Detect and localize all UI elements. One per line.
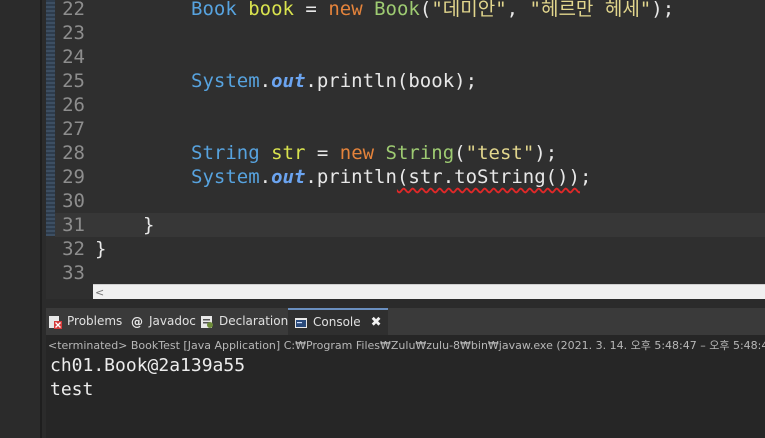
constructor-token: Book xyxy=(374,0,420,20)
at-sign-icon: @ xyxy=(131,314,143,329)
line-number: 22 xyxy=(62,0,85,20)
line-number: 33 xyxy=(62,262,85,284)
paren-token: ( xyxy=(454,142,466,164)
horizontal-scrollbar[interactable]: < xyxy=(93,284,765,300)
tab-label: Declaration xyxy=(219,314,289,328)
problems-icon xyxy=(49,315,62,329)
field-token: out xyxy=(271,70,306,92)
code-line-30[interactable]: 30 xyxy=(55,189,765,213)
code-line-22[interactable]: 22 Book book = new Book("데미안", "헤르만 헤세")… xyxy=(55,0,765,21)
type-token: Book xyxy=(191,0,237,20)
line-number: 26 xyxy=(62,94,85,116)
string-literal: "데미안" xyxy=(431,0,507,20)
code-line-23[interactable]: 23 xyxy=(55,21,765,45)
code-line-27[interactable]: 27 xyxy=(55,117,765,141)
console-output-line: test xyxy=(50,379,94,400)
string-literal: "헤르만 헤세" xyxy=(529,0,652,20)
scrollbar-corner xyxy=(46,284,93,299)
error-squiggle-argument[interactable]: (str.toString()) xyxy=(397,166,580,188)
paren-token: ); xyxy=(651,0,675,20)
line-number: 30 xyxy=(62,190,85,212)
code-line-33[interactable]: 33 xyxy=(55,261,765,285)
string-literal: "test" xyxy=(465,142,535,164)
console-icon xyxy=(295,317,307,328)
tab-label: Console xyxy=(313,315,361,329)
line-number: 32 xyxy=(62,238,85,260)
scroll-left-arrow[interactable]: < xyxy=(95,285,104,300)
line-number: 25 xyxy=(62,70,85,92)
new-keyword: new xyxy=(339,142,375,164)
tab-console[interactable]: Console ✖ xyxy=(288,308,388,335)
code-line-25[interactable]: 25 System.out.println(book); xyxy=(55,69,765,93)
tab-declaration[interactable]: Declaration xyxy=(200,308,288,335)
dot-token: . xyxy=(259,166,272,188)
class-token: System xyxy=(191,70,260,92)
change-marker-bar xyxy=(46,0,55,236)
paren-token: ( xyxy=(419,0,432,20)
console-output-line: ch01.Book@2a139a55 xyxy=(50,355,246,376)
new-keyword: new xyxy=(328,0,363,20)
closing-brace: } xyxy=(95,238,107,260)
line-number: 23 xyxy=(62,22,85,44)
tab-javadoc[interactable]: @ Javadoc xyxy=(130,308,196,335)
panel-separator xyxy=(46,299,765,308)
class-token: System xyxy=(191,166,260,188)
code-line-32[interactable]: 32 } xyxy=(55,237,765,261)
line-number: 24 xyxy=(62,46,85,68)
method-call: .println xyxy=(305,166,397,188)
variable-token: book xyxy=(248,0,294,20)
line-number: 28 xyxy=(62,142,85,164)
tab-label: Problems xyxy=(67,314,123,328)
code-text[interactable]: Book book = new Book("데미안", "헤르만 헤세"); xyxy=(191,0,674,21)
code-line-26[interactable]: 26 xyxy=(55,93,765,117)
code-line-28[interactable]: 28 String str = new String("test"); xyxy=(55,141,765,165)
code-text[interactable]: System.out.println(book); xyxy=(191,69,477,93)
semicolon-token: ; xyxy=(579,166,592,188)
field-token: out xyxy=(271,166,306,188)
declaration-icon xyxy=(201,315,213,328)
constructor-token: String xyxy=(385,142,455,164)
code-line-24[interactable]: 24 xyxy=(55,45,765,69)
gutter-divider xyxy=(40,0,42,438)
views-tab-bar: Problems @ Javadoc Declaration Console ✖ xyxy=(46,308,765,335)
code-text[interactable]: String str = new String("test"); xyxy=(191,141,557,165)
code-line-31-current[interactable]: 31 } xyxy=(55,213,765,237)
close-icon[interactable]: ✖ xyxy=(371,315,382,330)
termination-status: <terminated> BookTest [Java Application]… xyxy=(48,339,765,352)
method-call: .println(book); xyxy=(305,70,478,92)
tab-label: Javadoc xyxy=(149,314,196,328)
line-number: 29 xyxy=(62,166,85,188)
comma-token: , xyxy=(506,0,530,20)
tab-problems[interactable]: Problems xyxy=(48,308,122,335)
line-number: 31 xyxy=(62,214,85,236)
variable-token: str xyxy=(271,142,306,164)
operator-token: = xyxy=(305,142,340,164)
console-view[interactable]: <terminated> BookTest [Java Application]… xyxy=(46,335,765,438)
closing-brace: } xyxy=(143,214,155,236)
paren-token: ); xyxy=(534,142,558,164)
operator-token: = xyxy=(293,0,329,20)
dot-token: . xyxy=(259,70,272,92)
code-editor[interactable]: 22 Book book = new Book("데미안", "헤르만 헤세")… xyxy=(55,0,765,285)
line-number: 27 xyxy=(62,118,85,140)
code-text[interactable]: System.out.println(str.toString()); xyxy=(191,165,591,189)
type-token: String xyxy=(191,142,260,164)
code-line-29[interactable]: 29 System.out.println(str.toString()); xyxy=(55,165,765,189)
